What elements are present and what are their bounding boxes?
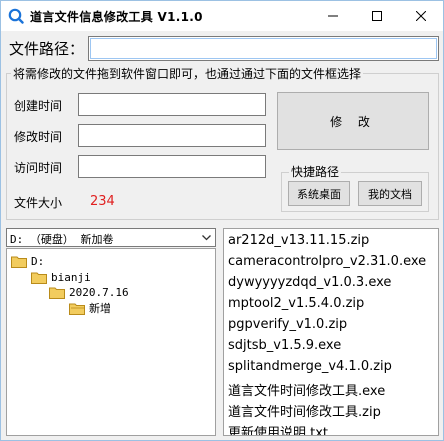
file-list-item[interactable]: ar212d_v13.11.15.zip: [228, 233, 369, 248]
dir-item-label: bianji: [51, 270, 91, 284]
dir-item-label: 2020.7.16: [69, 285, 129, 299]
app-window: 道言文件信息修改工具 V1.1.0 文件路径： 将需修改的文件拖到软件窗口即可，…: [0, 0, 444, 441]
file-list[interactable]: ar212d_v13.11.15.zip cameracontrolpro_v2…: [223, 228, 439, 436]
modified-time-label: 修改时间: [14, 130, 63, 144]
accessed-time-label: 访问时间: [14, 161, 63, 175]
accessed-time-input[interactable]: [78, 155, 266, 178]
directory-tree[interactable]: D: bianji 2020.7.16 新增: [6, 248, 216, 436]
modify-button[interactable]: 修 改: [277, 92, 429, 150]
search-icon: [8, 8, 24, 24]
file-list-item[interactable]: dywyyyyzdqd_v1.0.3.exe: [228, 275, 391, 290]
folder-open-icon: [69, 303, 85, 315]
desktop-button[interactable]: 系统桌面: [288, 181, 350, 206]
file-list-item[interactable]: pgpverify_v1.0.zip: [228, 317, 347, 332]
dir-item-2020-7-16[interactable]: 2020.7.16: [49, 284, 129, 300]
dir-item-drive[interactable]: D:: [11, 253, 44, 269]
file-size-label: 文件大小: [14, 196, 63, 210]
folder-icon: [11, 256, 27, 268]
quick-path-caption: 快捷路径: [289, 163, 342, 180]
file-list-item[interactable]: 更新使用说明.txt: [228, 422, 328, 435]
window-title: 道言文件信息修改工具 V1.1.0: [30, 10, 203, 24]
maximize-button[interactable]: [355, 1, 399, 31]
maximize-icon: [372, 11, 382, 21]
dir-item-bianji[interactable]: bianji: [31, 269, 91, 285]
file-list-item[interactable]: 道言文件时间修改工具.exe: [228, 380, 385, 399]
close-icon: [416, 11, 426, 21]
file-list-item[interactable]: cameracontrolpro_v2.31.0.exe: [228, 254, 426, 269]
file-size-value: 234: [90, 194, 115, 209]
file-list-item[interactable]: splitandmerge_v4.1.0.zip: [228, 359, 392, 374]
folder-icon: [31, 272, 47, 284]
created-time-label: 创建时间: [14, 99, 63, 113]
created-time-input[interactable]: [78, 93, 266, 116]
dir-item-xinzeng[interactable]: 新增: [69, 300, 111, 316]
close-button[interactable]: [399, 1, 443, 31]
drive-select[interactable]: D: （硬盘） 新加卷: [6, 228, 216, 247]
file-list-item[interactable]: sdjtsb_v1.5.9.exe: [228, 338, 341, 353]
title-bar[interactable]: 道言文件信息修改工具 V1.1.0: [1, 1, 443, 31]
minimize-icon: [328, 15, 338, 17]
drive-select-value: D: （硬盘） 新加卷: [10, 233, 114, 246]
file-list-item[interactable]: 道言文件时间修改工具.zip: [228, 401, 381, 420]
chevron-down-icon: [202, 235, 211, 241]
my-documents-button[interactable]: 我的文档: [358, 181, 422, 206]
dir-item-label: D:: [31, 254, 45, 268]
drive-dropdown-button[interactable]: [198, 229, 215, 246]
file-list-item[interactable]: mptool2_v1.5.4.0.zip: [228, 296, 364, 311]
minimize-button[interactable]: [311, 1, 355, 31]
folder-icon: [49, 287, 65, 299]
dir-item-label: 新增: [89, 302, 111, 315]
modified-time-input[interactable]: [78, 124, 266, 147]
file-info-group-caption: 将需修改的文件拖到软件窗口即可，也通过通过下面的文件框选择: [11, 65, 364, 82]
file-path-input[interactable]: [88, 36, 439, 61]
file-path-label: 文件路径：: [9, 40, 85, 58]
